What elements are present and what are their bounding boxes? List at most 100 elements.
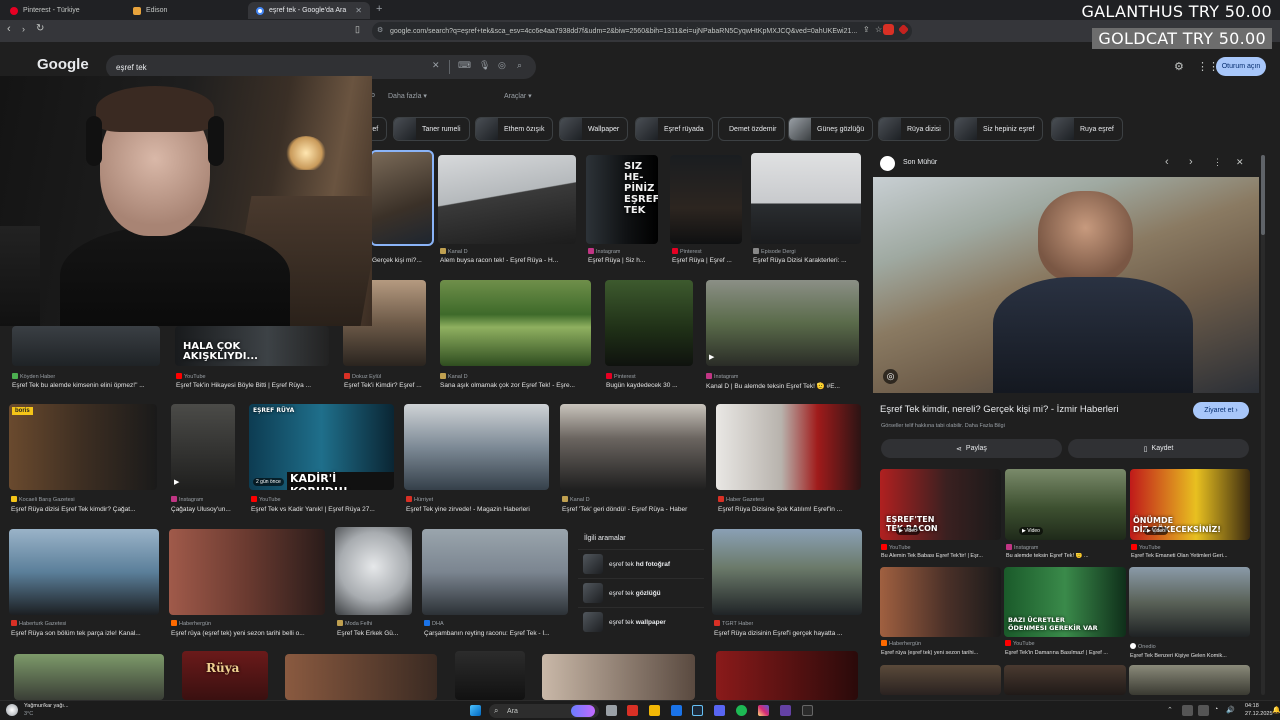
preview-image[interactable]: ◎	[873, 177, 1259, 393]
result-caption[interactable]: Eşref rüya (eşref tek) yeni sezon tarihi…	[881, 650, 1001, 656]
result-caption[interactable]: Eşref Tek'i Kimdir? Eşref ...	[344, 382, 428, 389]
brave-browser-icon[interactable]	[627, 705, 638, 716]
clock-date[interactable]: 27.12.2025	[1245, 711, 1273, 717]
result-caption[interactable]: Bugün kaydedecek 30 ...	[606, 382, 694, 389]
sign-in-button[interactable]: Oturum açın	[1216, 57, 1266, 76]
related-item[interactable]: eşref tek hd fotoğraf	[578, 549, 704, 578]
task-view-icon[interactable]	[606, 705, 617, 716]
chip-esref-ruyada[interactable]: Eşref rüyada	[635, 117, 713, 141]
result-caption[interactable]: Kanal D | Bu alemde teksin Eşref Tek! 🫡 …	[706, 382, 858, 390]
result-image[interactable]	[169, 529, 325, 615]
panel-scrollbar[interactable]	[1261, 155, 1265, 695]
tray-icon[interactable]	[1182, 705, 1193, 716]
clock-time[interactable]: 04:18	[1245, 703, 1259, 709]
volume-icon[interactable]: 🔊	[1226, 706, 1235, 714]
result-caption[interactable]: Eşref Tek bu alemde kimsenin elini öpmez…	[12, 382, 162, 389]
result-caption[interactable]: Bu alemde teksin Eşref Tek! 🫡 ...	[1006, 553, 1126, 559]
weather-text[interactable]: Yağmur/kar yağı...	[24, 703, 69, 709]
chip-ethem-ozisik[interactable]: Ethem özışık	[475, 117, 554, 141]
result-caption[interactable]: Eşref Tek Emaneti Olan Yetimleri Geri...	[1131, 553, 1250, 559]
site-info-icon[interactable]: ⚙	[377, 26, 383, 34]
tray-icon[interactable]	[1198, 705, 1209, 716]
tab-edison[interactable]: Edison	[125, 2, 245, 19]
preview-title[interactable]: Eşref Tek kimdir, nereli? Gerçek kişi mi…	[880, 404, 1118, 415]
save-button[interactable]: ▯ Kaydet	[1068, 439, 1249, 458]
related-image[interactable]: ▶ Video	[1005, 469, 1126, 540]
related-item[interactable]: eşref tek gözlüğü	[578, 578, 704, 607]
previous-icon[interactable]: ‹	[1165, 156, 1169, 168]
related-image[interactable]	[880, 665, 1001, 695]
scrollbar-thumb[interactable]	[1261, 155, 1265, 235]
result-image[interactable]	[670, 155, 742, 244]
result-caption[interactable]: Eşref Tek'in Hikayesi Böyle Bitti | Eşre…	[176, 382, 331, 389]
result-image[interactable]	[542, 654, 695, 700]
result-caption[interactable]: Eşref Rüya dizisinin Eşref'i gerçek haya…	[714, 630, 862, 637]
result-image[interactable]	[605, 280, 693, 366]
back-icon[interactable]: ‹	[7, 23, 11, 35]
result-image[interactable]: EŞREF RÜYA KADİR'İ KORUDU! 2 gün önce	[249, 404, 394, 490]
tab-pinterest[interactable]: Pinterest - Türkiye	[2, 2, 122, 19]
result-image[interactable]	[712, 529, 862, 615]
result-image[interactable]	[14, 654, 164, 700]
result-image[interactable]	[285, 654, 437, 700]
chip-ruya-dizisi[interactable]: Rüya dizisi	[878, 117, 950, 141]
result-caption[interactable]: Alem buysa racon tek! - Eşref Rüya - H..…	[440, 257, 576, 264]
url-field[interactable]: ⚙ google.com/search?q=eşref+tek&sca_esv=…	[372, 22, 912, 40]
result-caption[interactable]: Çağatay Ulusoy'un...	[171, 506, 235, 513]
start-windows-icon[interactable]	[470, 705, 481, 716]
result-caption[interactable]: Bu Alemin Tek Babası Eşref Tek'tir! | Eş…	[881, 553, 1001, 559]
result-image[interactable]: boris	[9, 404, 157, 490]
next-icon[interactable]: ›	[1189, 156, 1193, 168]
tab-more[interactable]: Daha fazla ▾	[388, 92, 427, 100]
twitch-icon[interactable]	[780, 705, 791, 716]
result-image[interactable]	[370, 150, 434, 246]
result-image[interactable]	[9, 529, 159, 615]
result-caption[interactable]: Eşref rüya (eşref tek) yeni sezon tarihi…	[171, 630, 327, 637]
keyboard-icon[interactable]: ⌨	[458, 60, 471, 71]
result-image[interactable]	[440, 280, 591, 366]
result-caption[interactable]: Eşref Rüya dizisi Eşref Tek kimdir? Çağa…	[11, 506, 159, 513]
camera-lens-icon[interactable]: ◎	[498, 60, 506, 71]
result-image[interactable]	[716, 651, 858, 700]
result-image[interactable]: ▶	[171, 404, 235, 490]
result-caption[interactable]: Eşref Tek'in Damarına Basılmaz! | Eşref …	[1005, 650, 1126, 656]
taskbar-search[interactable]: ⌕ Ara	[489, 704, 599, 718]
extension-icon[interactable]	[883, 24, 894, 35]
related-image[interactable]: EŞREF'TEN TEK RACON ▶ Video	[880, 469, 1001, 540]
close-preview-icon[interactable]: ✕	[1236, 157, 1244, 168]
tray-chevron-icon[interactable]: ⌃	[1167, 706, 1173, 714]
result-image[interactable]	[455, 651, 525, 700]
related-image[interactable]	[880, 567, 1001, 637]
obs-icon[interactable]	[802, 705, 813, 716]
steam-icon[interactable]	[692, 705, 703, 716]
result-caption[interactable]: Eşref Tek vs Kadir Yanık! | Eşref Rüya 2…	[251, 506, 394, 513]
bookmark-icon[interactable]: ▯	[355, 24, 360, 35]
spotify-icon[interactable]	[736, 705, 747, 716]
instagram-icon[interactable]	[758, 705, 769, 716]
tab-google-search[interactable]: eşref tek - Google'da Ara ✕	[248, 2, 370, 19]
result-image[interactable]	[438, 155, 576, 244]
weather-icon[interactable]	[6, 704, 18, 716]
chip-siz-hepiniz-esref[interactable]: Siz hepiniz eşref	[954, 117, 1044, 141]
result-image[interactable]	[422, 529, 568, 615]
tools-button[interactable]: Araçlar ▾	[504, 92, 532, 100]
result-image[interactable]	[560, 404, 706, 490]
share-button[interactable]: ⋖ Paylaş	[881, 439, 1062, 458]
chip-wallpaper[interactable]: Wallpaper	[559, 117, 629, 141]
result-caption[interactable]: Eşref Rüya Dizisi Karakterleri: ...	[753, 257, 861, 264]
settings-gear-icon[interactable]: ⚙	[1174, 60, 1184, 73]
related-image[interactable]: ÖNÜMDE DİZ ÇÖKECEKSİNİZ! ▶ Video	[1130, 469, 1250, 540]
result-image[interactable]: Rüya	[182, 651, 268, 700]
wifi-icon[interactable]: ◔	[1214, 706, 1218, 713]
lens-icon[interactable]: ◎	[883, 369, 898, 384]
store-icon[interactable]	[671, 705, 682, 716]
new-tab-icon[interactable]: +	[376, 3, 382, 15]
related-image[interactable]	[1129, 567, 1250, 637]
result-caption[interactable]: Eşref Rüya Dizisine Şok Katılım! Eşref'i…	[718, 506, 861, 513]
related-image[interactable]	[1129, 665, 1250, 695]
result-caption[interactable]: Eşref Rüya | Eşref ...	[672, 257, 744, 264]
related-item[interactable]: eşref tek wallpaper	[578, 607, 704, 636]
file-explorer-icon[interactable]	[649, 705, 660, 716]
chip-ruya-esref[interactable]: Ruya eşref	[1051, 117, 1123, 141]
result-caption[interactable]: Eşref Tek yine zirvede! - Magazin Haberl…	[406, 506, 551, 513]
